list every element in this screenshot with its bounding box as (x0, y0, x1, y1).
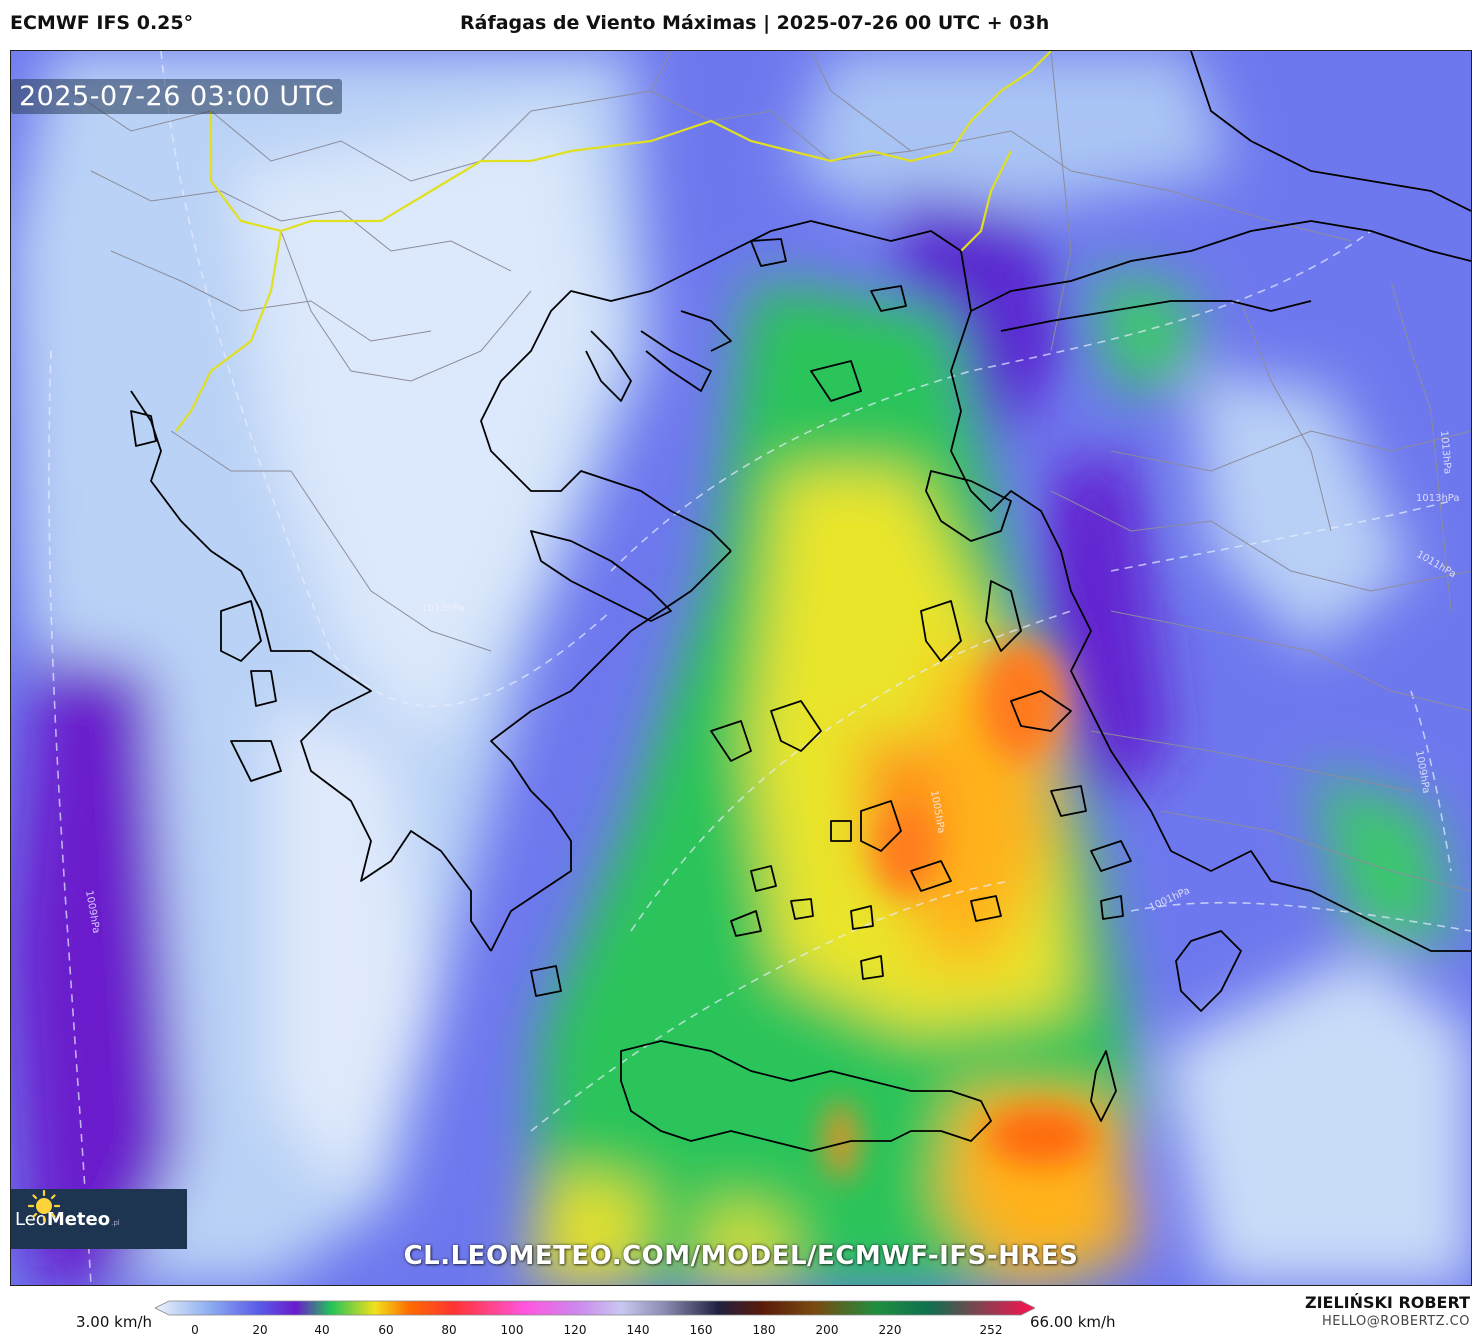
colorbar-tick: 200 (815, 1323, 839, 1337)
sun-icon (27, 1189, 61, 1223)
author-email[interactable]: HELLO@ROBERTZ.CO (1322, 1314, 1470, 1329)
source-url: CL.LEOMETEO.COM/MODEL/ECMWF-IFS-HRES (403, 1241, 1079, 1271)
legend-min-label: 3.00 km/h (76, 1313, 153, 1331)
colorbar-tick: 140 (626, 1323, 650, 1337)
colorbar-tick: 160 (689, 1323, 713, 1337)
colorbar-tick: 180 (752, 1323, 776, 1337)
map-title: Ráfagas de Viento Máximas | 2025-07-26 0… (460, 12, 1050, 34)
colorbar-tick: 60 (378, 1323, 394, 1337)
wind-gust-map[interactable]: 1013hPa 1013hPa 1011hPa 1009hPa 1005hPa … (10, 50, 1472, 1286)
colorbar-tick: 220 (878, 1323, 902, 1337)
colorbar-tick: 252 (979, 1323, 1003, 1337)
colorbar-tick: 80 (441, 1323, 457, 1337)
colorbar-tick: 100 (500, 1323, 524, 1337)
logo-tld: .pl (111, 1219, 120, 1227)
author-name: ZIELIŃSKI ROBERT (1304, 1293, 1470, 1312)
valid-time-label: 2025-07-26 03:00 UTC (11, 79, 343, 114)
leometeo-logo[interactable]: LeoMeteo .pl (11, 1189, 187, 1249)
isobar-label: 1013hPa (421, 603, 465, 614)
colorbar-tick: 0 (191, 1323, 199, 1337)
colorbar (155, 1300, 1035, 1316)
colorbar-tick: 120 (563, 1323, 587, 1337)
legend-max-label: 66.00 km/h (1030, 1313, 1116, 1331)
map-canvas: 1013hPa 1013hPa 1011hPa 1009hPa 1005hPa … (11, 51, 1471, 1285)
isobar-label: 1013hPa (1416, 493, 1460, 504)
colorbar-tick: 20 (252, 1323, 268, 1337)
colorbar-tick: 40 (314, 1323, 330, 1337)
model-label: ECMWF IFS 0.25° (10, 12, 194, 34)
